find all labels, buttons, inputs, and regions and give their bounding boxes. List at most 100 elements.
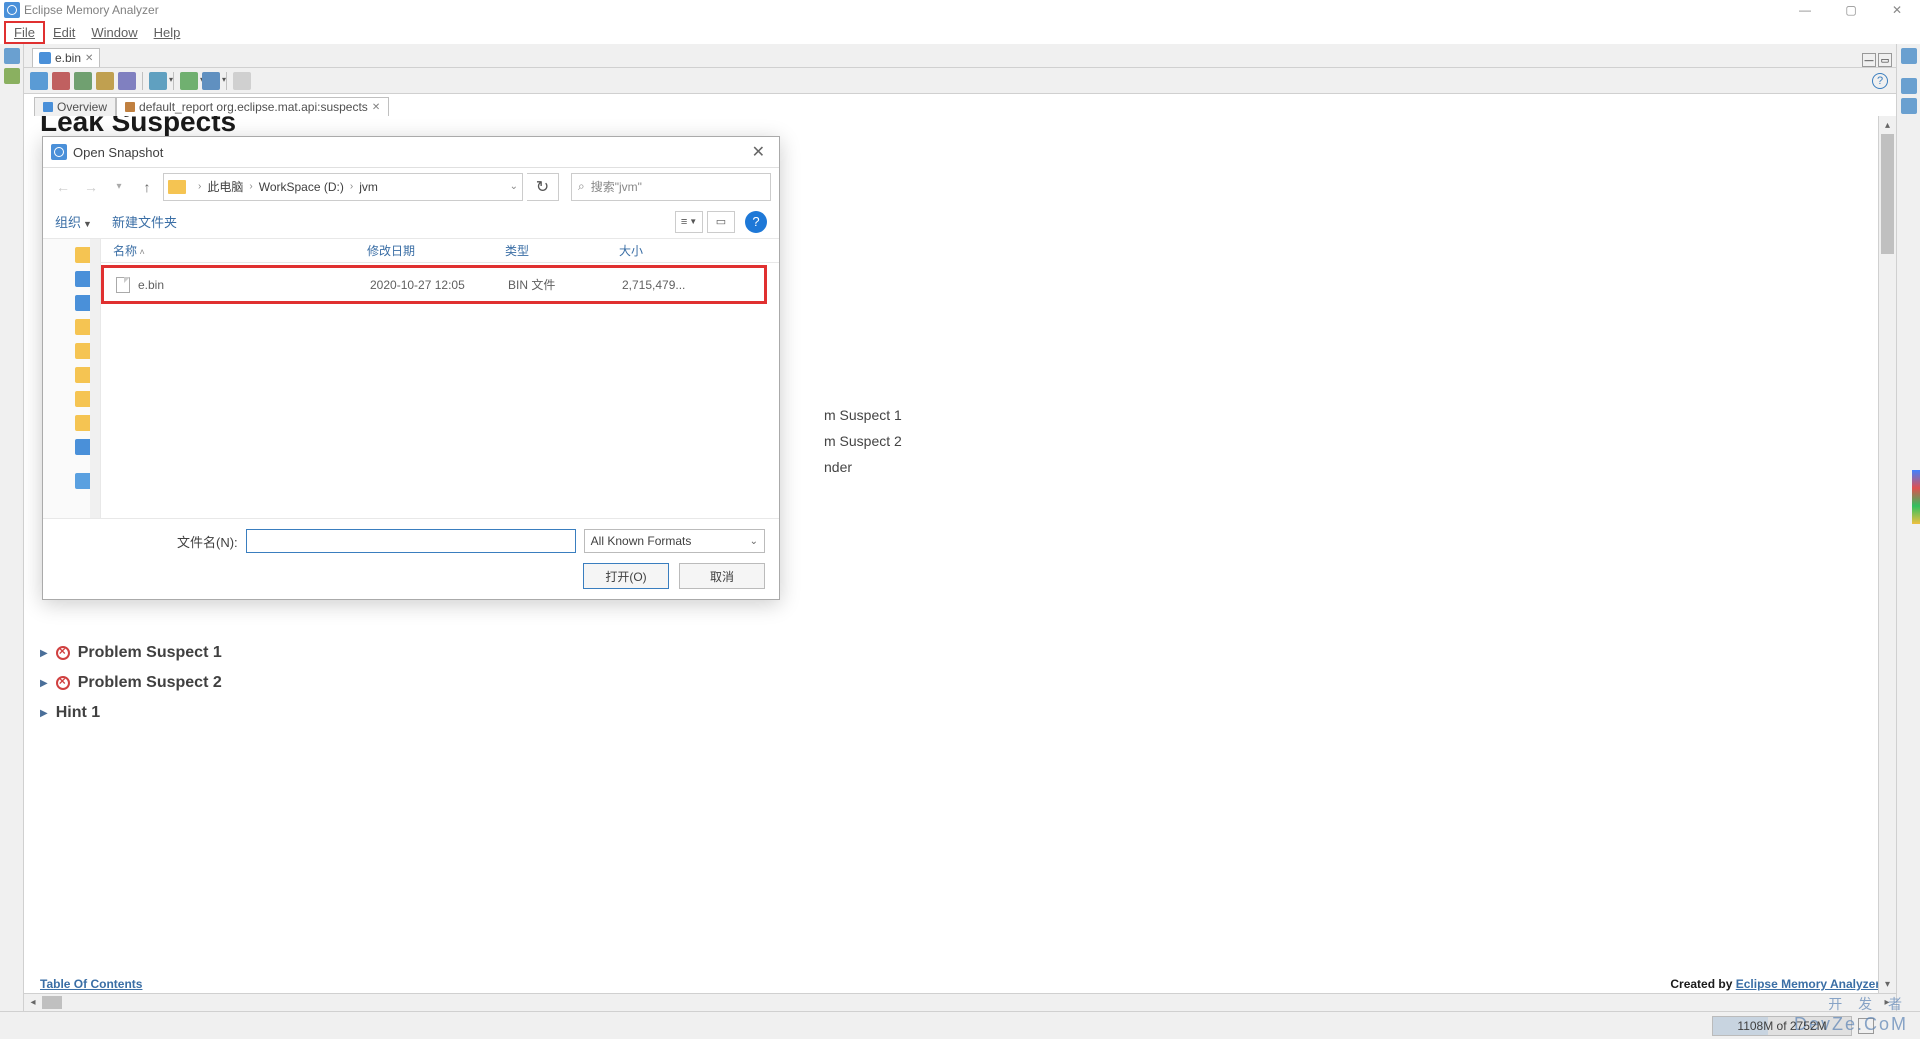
horizontal-scrollbar[interactable]: ◂ ▸: [24, 993, 1896, 1011]
suspect-row[interactable]: ▶ Problem Suspect 2: [40, 668, 1878, 698]
histogram-icon[interactable]: [52, 72, 70, 90]
vertical-scrollbar[interactable]: ▴ ▾: [1878, 116, 1896, 993]
tab-close-icon[interactable]: ✕: [85, 53, 93, 64]
view-minimize-icon[interactable]: —: [1862, 53, 1876, 67]
column-size[interactable]: 大小: [619, 242, 709, 259]
view-maximize-icon[interactable]: ▭: [1878, 53, 1892, 67]
gutter-icon[interactable]: [1901, 48, 1917, 64]
info-icon[interactable]: [30, 72, 48, 90]
close-button[interactable]: ✕: [1874, 0, 1920, 20]
preview-pane-button[interactable]: ▭: [707, 211, 735, 233]
scroll-left-icon[interactable]: ◂: [24, 994, 42, 1011]
dialog-close-button[interactable]: ✕: [746, 142, 771, 162]
dialog-footer: 文件名(N): All Known Formats ⌄ 打开(O) 取消: [43, 518, 779, 599]
nav-forward-button[interactable]: →: [79, 175, 103, 199]
menubar: File Edit Window Help: [0, 20, 1920, 44]
statusbar: 1108M of 2752M: [0, 1011, 1920, 1039]
nav-recent-button[interactable]: ▾: [107, 175, 131, 199]
menu-window[interactable]: Window: [83, 23, 145, 42]
gutter-icon[interactable]: [1901, 78, 1917, 94]
format-select[interactable]: All Known Formats ⌄: [584, 529, 765, 553]
gutter-icon[interactable]: [4, 68, 20, 84]
file-name: e.bin: [138, 278, 164, 292]
expand-icon[interactable]: ▶: [40, 708, 48, 719]
oql-icon[interactable]: [118, 72, 136, 90]
editor-tab[interactable]: e.bin ✕: [32, 48, 100, 67]
dialog-icon: [51, 144, 67, 160]
toc-link[interactable]: Table Of Contents: [40, 977, 142, 991]
suspect-label: Problem Suspect 1: [78, 644, 222, 662]
help-button[interactable]: ?: [745, 211, 767, 233]
tree-icon[interactable]: [74, 72, 92, 90]
file-icon: [39, 52, 51, 64]
tab-report[interactable]: default_report org.eclipse.mat.api:suspe…: [116, 97, 389, 116]
query-icon[interactable]: [202, 72, 220, 90]
info-icon: [43, 102, 53, 112]
folder-icon: [168, 180, 186, 194]
expand-icon[interactable]: ▶: [40, 678, 48, 689]
search-icon[interactable]: [233, 72, 251, 90]
search-input[interactable]: ⌕ 搜索"jvm": [571, 173, 771, 201]
view-mode-button[interactable]: ≡ ▼: [675, 211, 703, 233]
menu-edit[interactable]: Edit: [45, 23, 83, 42]
breadcrumb-item[interactable]: WorkSpace (D:): [259, 180, 344, 194]
nav-up-button[interactable]: ↑: [135, 175, 159, 199]
scroll-thumb[interactable]: [42, 996, 62, 1009]
created-by-link[interactable]: Eclipse Memory Analyzer: [1736, 977, 1880, 991]
column-type[interactable]: 类型: [505, 242, 619, 259]
scroll-up-icon[interactable]: ▴: [1879, 116, 1896, 134]
file-date: 2020-10-27 12:05: [370, 278, 508, 292]
right-gutter: [1896, 44, 1920, 1011]
help-icon[interactable]: ?: [1872, 73, 1888, 89]
gutter-icon[interactable]: [4, 48, 20, 64]
gutter-icon[interactable]: [1901, 98, 1917, 114]
created-by: Created by Eclipse Memory Analyzer: [1670, 977, 1880, 991]
breadcrumb[interactable]: › 此电脑 › WorkSpace (D:) › jvm ⌄: [163, 173, 523, 201]
suspect-row[interactable]: ▶ Problem Suspect 1: [40, 638, 1878, 668]
filename-label: 文件名(N):: [177, 532, 238, 551]
new-folder-button[interactable]: 新建文件夹: [112, 212, 177, 231]
expand-icon[interactable]: ▶: [40, 648, 48, 659]
file-icon: [116, 277, 130, 293]
organize-button[interactable]: 组织▼: [55, 212, 92, 231]
minimize-button[interactable]: —: [1782, 0, 1828, 20]
tab-label: default_report org.eclipse.mat.api:suspe…: [139, 100, 368, 114]
scroll-thumb[interactable]: [1881, 134, 1894, 254]
filename-input[interactable]: [246, 529, 576, 553]
cancel-button[interactable]: 取消: [679, 563, 765, 589]
open-snapshot-dialog: Open Snapshot ✕ ← → ▾ ↑ › 此电脑 › WorkSpac…: [42, 136, 780, 600]
file-row-highlight: e.bin 2020-10-27 12:05 BIN 文件 2,715,479.…: [101, 265, 767, 304]
run-icon[interactable]: [180, 72, 198, 90]
column-date[interactable]: 修改日期: [367, 242, 505, 259]
maximize-button[interactable]: ▢: [1828, 0, 1874, 20]
hint-label: Hint 1: [56, 704, 100, 722]
dialog-sidebar: [43, 239, 101, 518]
tab-overview[interactable]: Overview: [34, 97, 116, 116]
scroll-down-icon[interactable]: ▾: [1879, 975, 1896, 993]
dialog-nav: ← → ▾ ↑ › 此电脑 › WorkSpace (D:) › jvm ⌄ ↻…: [43, 167, 779, 205]
breadcrumb-item[interactable]: jvm: [359, 180, 378, 194]
menu-file[interactable]: File: [4, 21, 45, 44]
tab-close-icon[interactable]: ✕: [372, 102, 380, 113]
open-button[interactable]: 打开(O): [583, 563, 669, 589]
menu-help[interactable]: Help: [146, 23, 189, 42]
hint-row[interactable]: ▶ Hint 1: [40, 698, 1878, 728]
left-gutter: [0, 44, 24, 1011]
dialog-body: 名称 修改日期 类型 大小 e.bin 2020-10-27 12:05 BIN…: [43, 239, 779, 518]
breadcrumb-dropdown-icon[interactable]: ⌄: [510, 181, 518, 192]
file-type: BIN 文件: [508, 276, 622, 293]
chevron-down-icon: ⌄: [750, 536, 758, 547]
thread-icon[interactable]: [149, 72, 167, 90]
breadcrumb-item[interactable]: 此电脑: [207, 178, 243, 195]
column-name[interactable]: 名称: [113, 242, 367, 259]
color-marker: [1912, 470, 1920, 524]
inner-tabs: Overview default_report org.eclipse.mat.…: [34, 94, 1896, 116]
file-list: 名称 修改日期 类型 大小 e.bin 2020-10-27 12:05 BIN…: [101, 239, 779, 518]
nav-back-button[interactable]: ←: [51, 175, 75, 199]
refresh-button[interactable]: ↻: [527, 173, 559, 201]
file-row[interactable]: e.bin 2020-10-27 12:05 BIN 文件 2,715,479.…: [104, 276, 764, 293]
search-icon: ⌕: [578, 179, 585, 194]
dialog-toolbar: 组织▼ 新建文件夹 ≡ ▼ ▭ ?: [43, 205, 779, 239]
sidebar-scrollbar[interactable]: [90, 239, 100, 518]
dominator-icon[interactable]: [96, 72, 114, 90]
